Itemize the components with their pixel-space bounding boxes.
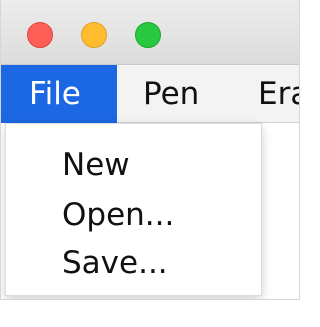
title-bar (1, 0, 299, 65)
menu-bar: File Pen Era (1, 65, 299, 123)
menu-item-open[interactable]: Open... (62, 193, 174, 237)
close-window-icon[interactable] (27, 22, 53, 48)
menu-file[interactable]: File (1, 65, 117, 123)
menu-item-save[interactable]: Save... (62, 241, 168, 285)
minimize-window-icon[interactable] (81, 22, 107, 48)
menu-pen[interactable]: Pen (143, 65, 199, 123)
maximize-window-icon[interactable] (135, 22, 161, 48)
menu-item-new[interactable]: New (62, 143, 130, 187)
menu-eraser[interactable]: Era (258, 65, 299, 123)
app-window: File Pen Era New Open... Save... (0, 0, 300, 300)
file-menu-dropdown: New Open... Save... (5, 123, 262, 296)
